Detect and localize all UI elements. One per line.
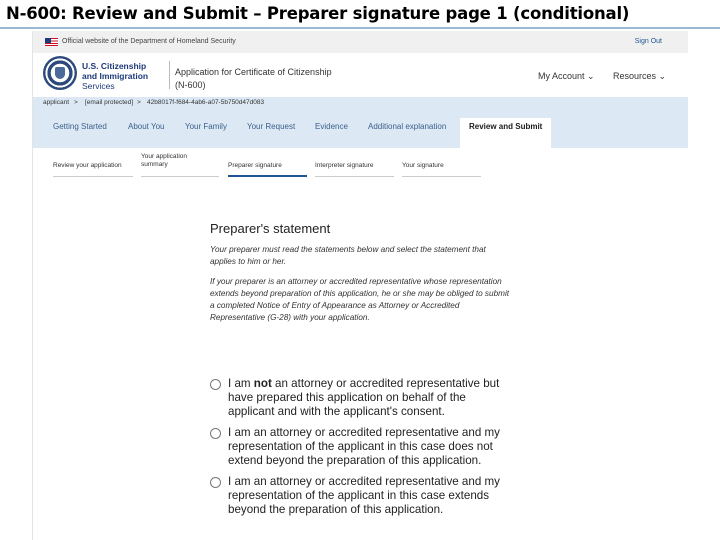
breadcrumb-separator: >: [74, 99, 78, 106]
radio-option-attorney-limited[interactable]: I am an attorney or accredited represent…: [210, 426, 510, 468]
subtab-summary-line-2: summary: [141, 161, 168, 168]
radio-option-attorney-extended[interactable]: I am an attorney or accredited represent…: [210, 475, 510, 517]
tab-review-and-submit[interactable]: Review and Submit: [460, 118, 551, 148]
application-title: Application for Certificate of Citizensh…: [175, 66, 365, 92]
subtab-your-signature[interactable]: Your signature: [402, 162, 444, 170]
breadcrumb-email[interactable]: [email protected]: [85, 99, 133, 106]
tab-getting-started[interactable]: Getting Started: [53, 122, 107, 131]
screenshot-frame: Official website of the Department of Ho…: [32, 31, 688, 540]
application-title-line-1: Application for Certificate of Citizensh…: [175, 67, 332, 77]
preparer-type-radio-group: I am not an attorney or accredited repre…: [210, 377, 510, 524]
site-header: U.S. Citizenship and Immigration Service…: [33, 53, 688, 97]
breadcrumb-applicant[interactable]: applicant: [43, 99, 69, 106]
tab-your-request[interactable]: Your Request: [247, 122, 295, 131]
subtab-underline: [53, 176, 133, 177]
us-flag-icon: [45, 38, 58, 46]
radio-button[interactable]: [210, 379, 221, 390]
agency-line-3: Services: [82, 81, 115, 91]
header-divider: [169, 61, 170, 89]
subtab-preparer-signature[interactable]: Preparer signature: [228, 162, 282, 170]
agency-name: U.S. Citizenship and Immigration Service…: [82, 61, 167, 91]
subtab-summary-line-1: Your application: [141, 153, 188, 160]
dhs-seal-icon: [43, 56, 77, 90]
option-text-prefix: I am: [228, 377, 254, 390]
breadcrumb-separator: >: [137, 99, 141, 106]
tab-evidence[interactable]: Evidence: [315, 122, 348, 131]
tab-your-family[interactable]: Your Family: [185, 122, 227, 131]
application-title-line-2: (N-600): [175, 80, 206, 90]
my-account-menu[interactable]: My Account ⌄: [538, 71, 595, 82]
subtab-review-application[interactable]: Review your application: [53, 162, 122, 170]
title-divider: [0, 27, 720, 29]
preparer-statement-section: Preparer's statement Your preparer must …: [210, 221, 510, 332]
section-tabs: Getting Started About You Your Family Yo…: [33, 108, 688, 148]
tab-additional-explanation[interactable]: Additional explanation: [368, 122, 446, 131]
official-website-text: Official website of the Department of Ho…: [62, 38, 236, 45]
agency-line-2: and Immigration: [82, 71, 149, 81]
option-text-emphasis: not: [253, 377, 272, 390]
subtab-application-summary[interactable]: Your application summary: [141, 153, 187, 169]
g28-notice-text: If your preparer is an attorney or accre…: [210, 277, 510, 322]
sign-out-link[interactable]: Sign Out: [635, 38, 662, 45]
review-subtabs: Review your application Your application…: [33, 148, 688, 184]
tab-about-you[interactable]: About You: [128, 122, 164, 131]
agency-line-1: U.S. Citizenship: [82, 61, 147, 71]
option-text: I am an attorney or accredited represent…: [228, 475, 500, 516]
subtab-interpreter-signature[interactable]: Interpreter signature: [315, 162, 374, 170]
instruction-text: Your preparer must read the statements b…: [210, 245, 486, 266]
slide-title: N-600: Review and Submit – Preparer sign…: [6, 4, 630, 23]
breadcrumb: applicant > [email protected] > 42b8017f…: [33, 97, 688, 108]
subtab-underline: [141, 176, 219, 177]
page-title: Preparer's statement: [210, 221, 331, 236]
radio-button[interactable]: [210, 428, 221, 439]
gov-banner: Official website of the Department of Ho…: [33, 31, 688, 53]
breadcrumb-receipt-number: 42b8017f-f684-4ab6-a07-5b750d47d083: [147, 99, 265, 106]
resources-menu[interactable]: Resources ⌄: [613, 71, 666, 82]
subtab-active-underline: [228, 175, 307, 177]
radio-button[interactable]: [210, 477, 221, 488]
radio-option-not-attorney[interactable]: I am not an attorney or accredited repre…: [210, 377, 510, 419]
option-text: I am an attorney or accredited represent…: [228, 426, 500, 467]
subtab-underline: [315, 176, 394, 177]
subtab-underline: [402, 176, 481, 177]
